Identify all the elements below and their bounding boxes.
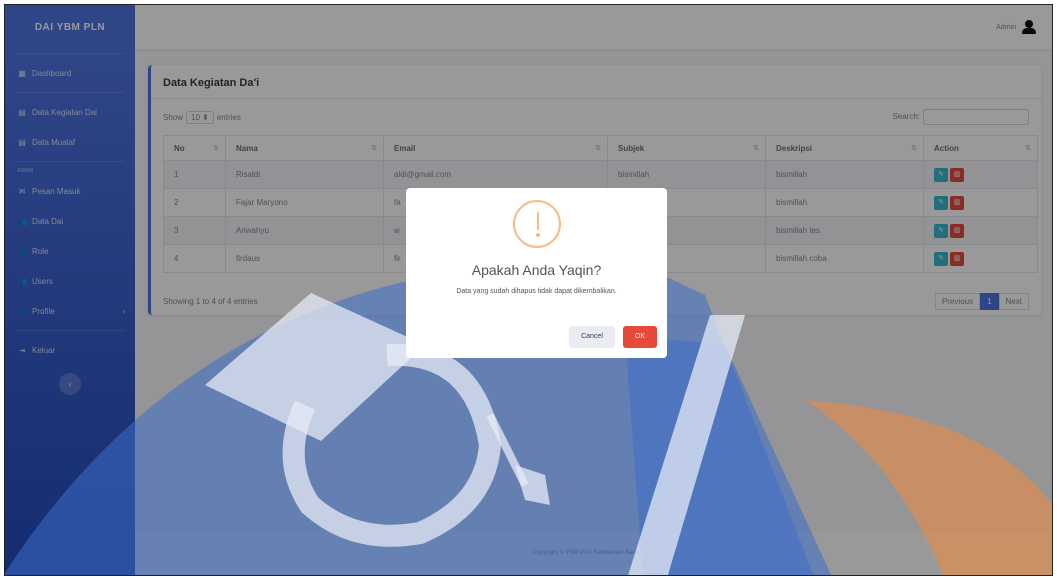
cancel-button[interactable]: Cancel xyxy=(569,326,615,348)
dialog-title: Apakah Anda Yaqin? xyxy=(471,262,602,278)
dialog-actions: Cancel OK xyxy=(569,326,657,348)
confirm-dialog: Apakah Anda Yaqin? Data yang sudah dihap… xyxy=(406,188,667,358)
ok-button[interactable]: OK xyxy=(622,326,657,348)
app-window: DAI YBM PLN ▦ Dashboard ▤ Data Kegiatan Da… xyxy=(4,4,1053,576)
dialog-message: Data yang sudah dihapus tidak dapat dike… xyxy=(456,288,617,295)
warning-icon xyxy=(512,200,561,248)
